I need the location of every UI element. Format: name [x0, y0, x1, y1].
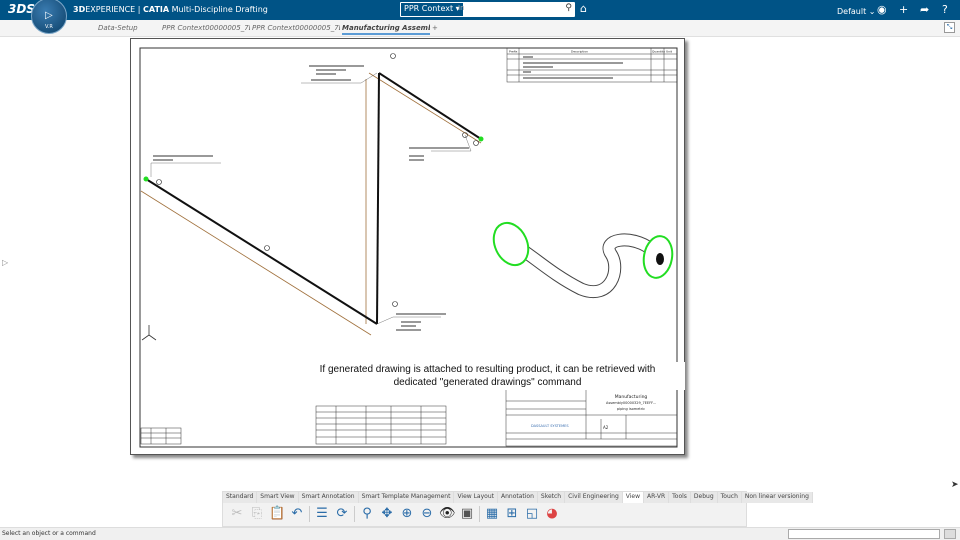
paste-icon[interactable]: 📋 — [269, 506, 285, 522]
play-icon[interactable]: ▷ — [45, 10, 53, 21]
command-input[interactable] — [788, 529, 940, 539]
bom-header-description: Description — [571, 50, 588, 54]
action-bar-icons: ✂ ⎘ 📋 ↶ ☰ ⟳ ⚲ ✥ ⊕ ⊖ 👁 ▣ ▦ ⊞ ◱ ◕ — [223, 503, 746, 525]
status-bar: Select an object or a command — [0, 527, 960, 540]
action-tab-view[interactable]: View — [622, 492, 645, 503]
pipe-route — [145, 72, 482, 325]
action-tab-view-layout[interactable]: View Layout — [454, 492, 498, 503]
zoom-out-icon[interactable]: ⊖ — [419, 506, 435, 522]
grid-icon[interactable]: ▦ — [484, 506, 500, 522]
separator — [354, 506, 355, 522]
title-block-subtitle2: piping isometric — [617, 407, 645, 411]
help-icon[interactable]: ? — [942, 3, 948, 16]
new-tab-button[interactable]: + — [432, 24, 438, 32]
axis-triad — [141, 325, 157, 341]
tag-icon[interactable]: ⌂ — [580, 2, 587, 15]
tab-bar: Data-Setup PPR Context00000005_7EEF PPR … — [0, 20, 960, 37]
action-tab-tools[interactable]: Tools — [669, 492, 691, 503]
action-tab-annotation[interactable]: Annotation — [497, 492, 538, 503]
separator — [309, 506, 310, 522]
bom-header-quantity: Quantity — [652, 50, 665, 54]
search-input[interactable]: In — [458, 4, 465, 12]
bom-row-text — [523, 56, 623, 79]
action-tab-touch[interactable]: Touch — [717, 492, 742, 503]
exit-fullscreen-icon[interactable]: ⤡ — [944, 22, 955, 33]
tab-ppr-context-1[interactable]: PPR Context00000005_7EEF — [162, 24, 250, 32]
action-tab-debug[interactable]: Debug — [690, 492, 718, 503]
action-tab-smart-view[interactable]: Smart View — [257, 492, 299, 503]
title-block-title: Manufacturing — [615, 394, 648, 400]
search-icon[interactable]: ⚲ — [565, 3, 572, 13]
title-block-subtitle: Assembly00000329_7EEFF... — [606, 401, 656, 405]
eye-icon[interactable]: 👁 — [439, 506, 456, 522]
action-tab-non-linear-versioning[interactable]: Non linear versioning — [741, 492, 813, 503]
caption-line-1: If generated drawing is attached to resu… — [319, 364, 656, 375]
drawing-canvas: Manufacturing Assembly00000329_7EEFF... … — [139, 47, 678, 448]
mouse-cursor-icon: ➤ — [951, 480, 959, 490]
cut-icon[interactable]: ✂ — [229, 506, 245, 522]
action-bar-tabs: Standard Smart View Smart Annotation Smart … — [223, 492, 813, 503]
action-tab-smart-template-management[interactable]: Smart Template Management — [358, 492, 455, 503]
separator — [479, 506, 480, 522]
material-table — [315, 405, 447, 445]
caption-line-2: dedicated "generated drawings" command — [393, 377, 582, 388]
search-context-dropdown[interactable]: PPR Context ▾ — [401, 3, 463, 16]
tab-ppr-context-2[interactable]: PPR Context00000005_7EEF — [252, 24, 340, 32]
compass-label: V.R — [45, 24, 53, 30]
caption-overlay: If generated drawing is attached to resu… — [290, 362, 685, 390]
endpoint-markers — [143, 136, 484, 182]
weld-markers — [156, 53, 479, 307]
company-logo: DASSAULT SYSTEMES — [531, 424, 569, 428]
color-wheel-icon[interactable]: ◕ — [544, 506, 560, 522]
status-text: Select an object or a command — [2, 530, 96, 537]
dimension-lines — [140, 72, 482, 336]
app-title: 3DEXPERIENCE | CATIA Multi-Discipline Dr… — [73, 5, 268, 14]
bom-header-unit: Unit — [666, 50, 673, 54]
command-options-button[interactable] — [944, 529, 956, 539]
undo-icon[interactable]: ↶ — [289, 506, 305, 522]
drawing-sheet[interactable]: Manufacturing Assembly00000329_7EEFF... … — [130, 38, 685, 455]
title-block — [505, 385, 678, 447]
revision-table — [140, 427, 182, 445]
action-tab-sketch[interactable]: Sketch — [537, 492, 566, 503]
pipe-3d-model — [492, 221, 674, 298]
copy-icon[interactable]: ⎘ — [249, 506, 265, 522]
plus-icon[interactable]: + — [899, 3, 908, 16]
default-dropdown[interactable]: Default ⌄ — [837, 7, 875, 16]
pan-icon[interactable]: ✥ — [379, 506, 395, 522]
zoom-icon[interactable]: ⚲ — [359, 506, 375, 522]
view-mode-icon[interactable]: ▣ — [459, 506, 475, 522]
action-tab-civil-engineering[interactable]: Civil Engineering — [565, 492, 623, 503]
refresh-icon[interactable]: ⟳ — [334, 506, 350, 522]
leader-lines — [150, 72, 472, 325]
top-bar: 3DS ▷ V.R 3DEXPERIENCE | CATIA Multi-Disc… — [0, 0, 960, 34]
view-frame-icon[interactable]: ⊞ — [504, 506, 520, 522]
user-icon[interactable]: ◉ — [877, 3, 887, 16]
search-bar[interactable]: PPR Context ▾ In ⚲ — [400, 2, 575, 17]
annotation-text-blocks — [153, 65, 469, 331]
share-icon[interactable]: ➦ — [920, 3, 929, 16]
background-icon[interactable]: ◱ — [524, 506, 540, 522]
tab-data-setup[interactable]: Data-Setup — [98, 24, 138, 32]
tab-manufacturing-assembly[interactable]: Manufacturing Assembly0( — [342, 24, 430, 35]
zoom-in-icon[interactable]: ⊕ — [399, 506, 415, 522]
action-bar: Standard Smart View Smart Annotation Smart … — [222, 491, 813, 527]
action-tab-ar-vr[interactable]: AR-VR — [644, 492, 670, 503]
expand-panel-icon[interactable]: ▷ — [2, 258, 8, 267]
tree-icon[interactable]: ☰ — [314, 506, 330, 522]
action-tab-smart-annotation[interactable]: Smart Annotation — [298, 492, 359, 503]
sheet-size: A2 — [603, 425, 609, 430]
action-tab-standard[interactable]: Standard — [223, 492, 258, 503]
bom-header-prefix: Prefix — [509, 50, 518, 54]
